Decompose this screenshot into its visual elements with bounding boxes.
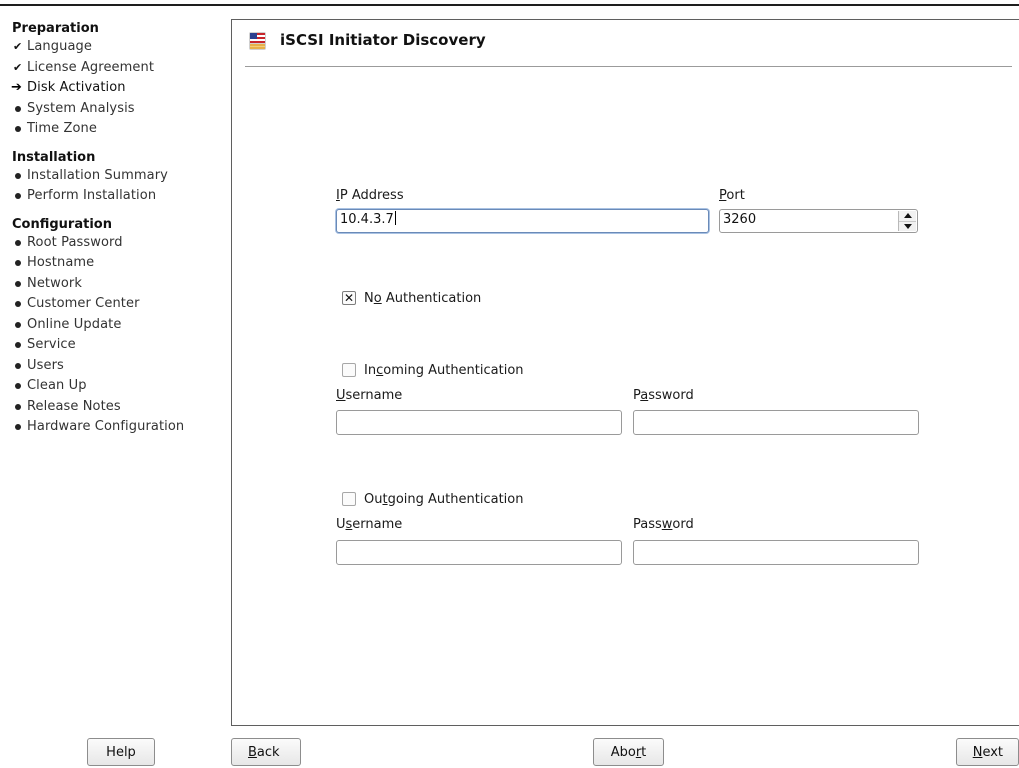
sidebar-item-label: Root Password <box>27 234 123 250</box>
sidebar-item-clean-up: Clean Up <box>12 376 222 397</box>
sidebar-item-label: System Analysis <box>27 100 135 116</box>
sidebar-item-label: Release Notes <box>27 398 121 414</box>
title-divider <box>245 66 1012 67</box>
back-button[interactable]: Back <box>231 738 301 766</box>
sidebar-item-label: Network <box>27 275 82 291</box>
incoming-username-label: Username <box>336 388 403 403</box>
installer-window: Preparation Language License Agreement D… <box>0 0 1019 768</box>
bullet-icon <box>12 240 27 246</box>
port-spinbox[interactable]: 3260 <box>719 209 918 233</box>
help-button[interactable]: Help <box>87 738 155 766</box>
sidebar-item-license-agreement: License Agreement <box>12 58 222 79</box>
checkbox-box[interactable] <box>342 492 356 506</box>
sidebar-group-configuration: Configuration Root Password Hostname Net… <box>12 216 222 438</box>
bullet-icon <box>12 106 27 112</box>
check-icon <box>12 58 27 78</box>
sidebar-item-hardware-configuration: Hardware Configuration <box>12 417 222 438</box>
flag-icon <box>249 32 266 50</box>
bullet-icon <box>12 383 27 389</box>
sidebar-item-users: Users <box>12 356 222 377</box>
steps-sidebar: Preparation Language License Agreement D… <box>12 20 222 447</box>
outgoing-authentication-checkbox[interactable]: Outgoing Authentication <box>342 490 523 508</box>
sidebar-heading: Preparation <box>12 21 99 36</box>
page-title: iSCSI Initiator Discovery <box>280 31 486 49</box>
help-button-label: Help <box>106 744 136 760</box>
check-icon <box>12 37 27 57</box>
sidebar-item-label: Online Update <box>27 316 122 332</box>
sidebar-item-disk-activation: Disk Activation <box>12 78 222 99</box>
bullet-icon <box>12 126 27 132</box>
incoming-username-input[interactable] <box>336 410 622 435</box>
sidebar-group-preparation: Preparation Language License Agreement D… <box>12 20 222 140</box>
bullet-icon <box>12 404 27 410</box>
bullet-icon <box>12 301 27 307</box>
sidebar-item-installation-summary: Installation Summary <box>12 166 222 187</box>
bullet-icon <box>12 363 27 369</box>
bullet-icon <box>12 322 27 328</box>
main-panel: iSCSI Initiator Discovery IP Address 10.… <box>231 19 1019 726</box>
bullet-icon <box>12 424 27 430</box>
sidebar-item-network: Network <box>12 274 222 295</box>
ip-address-input[interactable]: 10.4.3.7 <box>336 209 709 233</box>
sidebar-heading: Configuration <box>12 216 112 232</box>
sidebar-item-language: Language <box>12 37 222 58</box>
ip-address-label: IP Address <box>336 188 404 203</box>
arrow-right-icon <box>12 78 27 98</box>
sidebar-item-release-notes: Release Notes <box>12 397 222 418</box>
sidebar-item-label: License Agreement <box>27 59 155 75</box>
bullet-icon <box>12 260 27 266</box>
top-divider <box>0 4 1019 6</box>
sidebar-item-perform-installation: Perform Installation <box>12 186 222 207</box>
sidebar-group-installation: Installation Installation Summary Perfor… <box>12 149 222 207</box>
sidebar-item-time-zone: Time Zone <box>12 119 222 140</box>
sidebar-item-label: Perform Installation <box>27 188 157 204</box>
sidebar-item-service: Service <box>12 335 222 356</box>
outgoing-password-label: Password <box>633 517 694 532</box>
sidebar-item-customer-center: Customer Center <box>12 294 222 315</box>
sidebar-item-label: Clean Up <box>27 378 87 394</box>
bullet-icon <box>12 281 27 287</box>
port-label: Port <box>719 188 745 203</box>
outgoing-username-input[interactable] <box>336 540 622 565</box>
incoming-authentication-label: Incoming Authentication <box>364 362 524 378</box>
sidebar-item-label: Hardware Configuration <box>27 419 185 435</box>
sidebar-item-label: Service <box>27 337 76 353</box>
port-stepper[interactable] <box>898 211 916 231</box>
outgoing-authentication-label: Outgoing Authentication <box>364 491 524 507</box>
sidebar-item-label: Language <box>27 39 92 55</box>
abort-button[interactable]: Abort <box>593 738 664 766</box>
bullet-icon <box>12 193 27 199</box>
incoming-authentication-checkbox[interactable]: Incoming Authentication <box>342 361 524 379</box>
sidebar-item-label: Customer Center <box>27 296 140 312</box>
sidebar-item-label: Time Zone <box>27 121 97 137</box>
spin-down-button[interactable] <box>899 222 916 232</box>
sidebar-item-label: Hostname <box>27 255 95 271</box>
chevron-up-icon <box>903 213 912 219</box>
outgoing-password-input[interactable] <box>633 540 919 565</box>
next-button[interactable]: Next <box>956 738 1019 766</box>
checkbox-box[interactable]: ✕ <box>342 291 356 305</box>
sidebar-item-label: Installation Summary <box>27 167 168 183</box>
spin-up-button[interactable] <box>899 211 916 222</box>
sidebar-item-online-update: Online Update <box>12 315 222 336</box>
abort-button-label: Abort <box>610 744 647 760</box>
back-button-label: Back <box>248 744 280 760</box>
outgoing-username-label: Username <box>336 517 403 532</box>
checkbox-box[interactable] <box>342 363 356 377</box>
sidebar-item-hostname: Hostname <box>12 253 222 274</box>
sidebar-heading: Installation <box>12 149 96 165</box>
incoming-password-label: Password <box>633 388 694 403</box>
incoming-password-input[interactable] <box>633 410 919 435</box>
sidebar-item-system-analysis: System Analysis <box>12 99 222 120</box>
sidebar-item-label: Disk Activation <box>27 80 126 96</box>
no-authentication-checkbox[interactable]: ✕ No Authentication <box>342 289 481 307</box>
no-authentication-label: No Authentication <box>364 290 482 306</box>
bullet-icon <box>12 173 27 179</box>
chevron-down-icon <box>903 223 912 229</box>
check-mark-icon: ✕ <box>343 291 355 305</box>
sidebar-item-root-password: Root Password <box>12 233 222 254</box>
next-button-label: Next <box>972 744 1003 760</box>
bullet-icon <box>12 342 27 348</box>
sidebar-item-label: Users <box>27 357 64 373</box>
